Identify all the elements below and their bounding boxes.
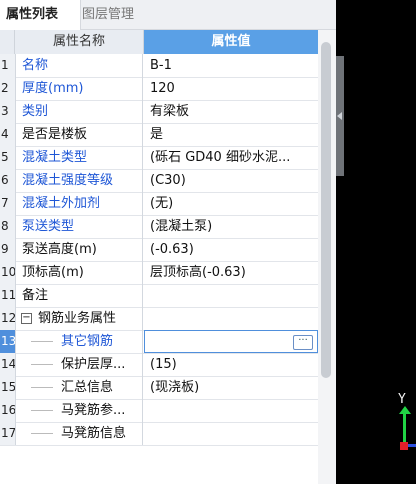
- axis-gizmo: Y: [392, 392, 416, 462]
- property-label: 保护层厚...: [61, 357, 126, 372]
- property-name: 汇总信息: [15, 376, 143, 399]
- row-number: 15: [0, 376, 16, 399]
- row-number: 1: [0, 54, 16, 77]
- property-value[interactable]: 有梁板: [144, 100, 318, 123]
- table-row[interactable]: 8 泵送类型 (混凝土泵): [0, 215, 318, 239]
- axis-origin-icon: [400, 442, 408, 450]
- vertical-scrollbar[interactable]: [318, 30, 336, 484]
- property-name: 马凳筋信息: [15, 422, 143, 445]
- column-header-value[interactable]: 属性值: [144, 30, 318, 54]
- row-number: 17: [0, 422, 16, 445]
- property-label: 其它钢筋: [61, 334, 114, 349]
- row-number: 12: [0, 307, 16, 330]
- panel-collapse-handle[interactable]: [336, 56, 344, 176]
- property-value[interactable]: (现浇板): [144, 376, 318, 399]
- row-number: 6: [0, 169, 16, 192]
- table-row[interactable]: 16 马凳筋参...: [0, 399, 318, 423]
- property-name: 混凝土类型: [15, 146, 143, 169]
- property-name: 泵送类型: [15, 215, 143, 238]
- property-name: 马凳筋参...: [15, 399, 143, 422]
- tab-layer-management[interactable]: 图层管理: [76, 0, 140, 29]
- property-name: 名称: [15, 54, 143, 77]
- table-row[interactable]: 9 泵送高度(m) (-0.63): [0, 238, 318, 262]
- property-name: 是否是楼板: [15, 123, 143, 146]
- row-number: 5: [0, 146, 16, 169]
- property-value[interactable]: 层顶标高(-0.63): [144, 261, 318, 284]
- property-name: 泵送高度(m): [15, 238, 143, 261]
- group-name: − 钢筋业务属性: [15, 307, 143, 330]
- group-label: 钢筋业务属性: [38, 311, 117, 326]
- row-number: 2: [0, 77, 16, 100]
- row-number: 11: [0, 284, 16, 307]
- row-number: 9: [0, 238, 16, 261]
- table-row[interactable]: 10 顶标高(m) 层顶标高(-0.63): [0, 261, 318, 285]
- property-label: 马凳筋参...: [61, 403, 126, 418]
- table-row[interactable]: 7 混凝土外加剂 (无): [0, 192, 318, 216]
- table-row[interactable]: 2 厚度(mm) 120: [0, 77, 318, 101]
- group-row-rebar[interactable]: 12 − 钢筋业务属性: [0, 307, 318, 331]
- property-value: [144, 307, 318, 330]
- tree-line: [31, 387, 53, 388]
- property-name: 保护层厚...: [15, 353, 143, 376]
- property-name: 其它钢筋: [15, 330, 143, 353]
- tab-property-list[interactable]: 属性列表: [0, 0, 81, 30]
- row-number: 14: [0, 353, 16, 376]
- row-number: 16: [0, 399, 16, 422]
- column-header-name[interactable]: 属性名称: [15, 30, 144, 54]
- property-label: 马凳筋信息: [61, 426, 127, 441]
- tree-line: [31, 341, 53, 342]
- collapse-arrow-icon: [337, 112, 342, 120]
- property-value[interactable]: (15): [144, 353, 318, 376]
- table-row[interactable]: 3 类别 有梁板: [0, 100, 318, 124]
- property-value[interactable]: [144, 399, 318, 422]
- property-value[interactable]: 是: [144, 123, 318, 146]
- property-value[interactable]: (-0.63): [144, 238, 318, 261]
- row-number: 8: [0, 215, 16, 238]
- property-value[interactable]: 120: [144, 77, 318, 100]
- tree-line: [31, 433, 53, 434]
- row-number-header: [0, 30, 15, 54]
- property-value[interactable]: (无): [144, 192, 318, 215]
- row-number: 10: [0, 261, 16, 284]
- table-row[interactable]: 4 是否是楼板 是: [0, 123, 318, 147]
- property-value[interactable]: (砾石 GD40 细砂水泥...: [144, 146, 318, 169]
- table-row[interactable]: 1 名称 B-1: [0, 54, 318, 78]
- property-name: 厚度(mm): [15, 77, 143, 100]
- property-value-editor[interactable]: ···: [144, 330, 318, 353]
- tree-line: [31, 364, 53, 365]
- table-row[interactable]: 14 保护层厚... (15): [0, 353, 318, 377]
- property-value[interactable]: (C30): [144, 169, 318, 192]
- property-value[interactable]: B-1: [144, 54, 318, 77]
- property-value[interactable]: (混凝土泵): [144, 215, 318, 238]
- table-row[interactable]: 11 备注: [0, 284, 318, 308]
- property-panel: 属性列表 图层管理 属性名称 属性值 1 名称 B-1 2 厚度(mm) 120…: [0, 0, 336, 484]
- row-number: 4: [0, 123, 16, 146]
- table-row[interactable]: 6 混凝土强度等级 (C30): [0, 169, 318, 193]
- property-name: 混凝土强度等级: [15, 169, 143, 192]
- table-row[interactable]: 5 混凝土类型 (砾石 GD40 细砂水泥...: [0, 146, 318, 170]
- y-axis-line: [403, 412, 406, 446]
- property-name: 顶标高(m): [15, 261, 143, 284]
- scrollbar-thumb[interactable]: [321, 42, 331, 378]
- tree-line: [31, 410, 53, 411]
- tab-bar: 属性列表 图层管理: [0, 0, 336, 30]
- y-axis-label: Y: [398, 392, 406, 407]
- row-number: 13: [0, 330, 16, 353]
- row-number: 3: [0, 100, 16, 123]
- table-row[interactable]: 15 汇总信息 (现浇板): [0, 376, 318, 400]
- property-label: 汇总信息: [61, 380, 114, 395]
- ellipsis-button[interactable]: ···: [293, 335, 313, 350]
- property-name: 混凝土外加剂: [15, 192, 143, 215]
- table-header: 属性名称 属性值: [0, 30, 318, 54]
- collapse-toggle-icon[interactable]: −: [21, 313, 32, 324]
- property-name: 备注: [15, 284, 143, 307]
- property-value[interactable]: [144, 284, 318, 307]
- row-number: 7: [0, 192, 16, 215]
- property-value[interactable]: [144, 422, 318, 445]
- table-row-selected[interactable]: 13 其它钢筋 ···: [0, 330, 318, 354]
- table-row[interactable]: 17 马凳筋信息: [0, 422, 318, 446]
- property-name: 类别: [15, 100, 143, 123]
